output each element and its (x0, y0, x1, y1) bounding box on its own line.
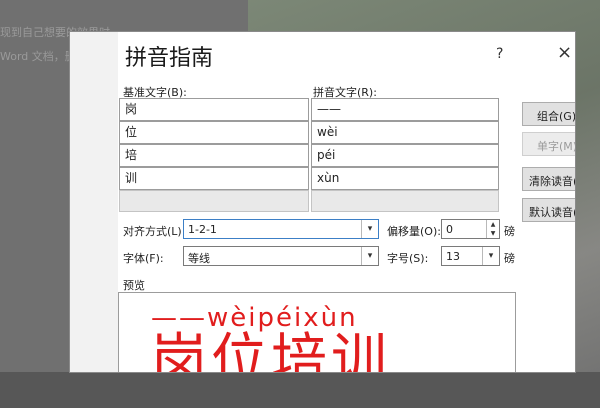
offset-stepper[interactable]: 0 ▲ ▼ (441, 219, 500, 239)
base-text-field[interactable]: 培 (119, 144, 309, 167)
size-select[interactable]: 13 ▾ (441, 246, 500, 266)
base-text-field (119, 190, 309, 212)
clear-ruby-button[interactable]: 清除读音( (522, 167, 575, 191)
base-text-field[interactable]: 岗 (119, 98, 309, 121)
preview-box: ——wèipéixùn 岗位培训 (118, 292, 516, 372)
alignment-value: 1-2-1 (188, 223, 217, 236)
ruby-text-field[interactable]: xùn (311, 167, 499, 190)
phonetic-guide-dialog: 拼音指南 ? × 基准文字(B): 拼音文字(R): 岗 —— 位 wèi 培 … (70, 32, 575, 372)
alignment-select[interactable]: 1-2-1 ▾ (183, 219, 379, 239)
group-button[interactable]: 组合(G) (522, 102, 575, 126)
default-reading-button[interactable]: 默认读音( (522, 198, 575, 222)
close-button[interactable]: × (557, 42, 572, 63)
alignment-label: 对齐方式(L): (123, 225, 186, 238)
chevron-down-icon[interactable]: ▾ (482, 247, 499, 265)
ruby-text-field[interactable]: péi (311, 144, 499, 167)
size-value: 13 (446, 250, 460, 263)
size-unit: 磅 (504, 252, 515, 265)
help-button[interactable]: ? (496, 46, 503, 62)
size-label: 字号(S): (387, 252, 429, 265)
font-value: 等线 (188, 252, 210, 265)
spin-down-icon[interactable]: ▼ (487, 229, 499, 238)
ruby-text-field (311, 190, 499, 212)
base-text-field[interactable]: 位 (119, 121, 309, 144)
document-text-line: Word 文档，删 (0, 50, 76, 63)
spin-up-icon[interactable]: ▲ (487, 220, 499, 229)
offset-unit: 磅 (504, 225, 515, 238)
spin-buttons[interactable]: ▲ ▼ (486, 220, 499, 238)
ruby-text-field[interactable]: —— (311, 98, 499, 121)
preview-base-text: 岗位培训 (151, 328, 391, 373)
offset-label: 偏移量(O): (387, 225, 441, 238)
dialog-title: 拼音指南 (125, 46, 214, 71)
base-text-field[interactable]: 训 (119, 167, 309, 190)
preview-label: 预览 (123, 279, 145, 292)
font-label: 字体(F): (123, 252, 164, 265)
font-select[interactable]: 等线 ▾ (183, 246, 379, 266)
ruby-text-field[interactable]: wèi (311, 121, 499, 144)
chevron-down-icon[interactable]: ▾ (361, 220, 378, 238)
chevron-down-icon[interactable]: ▾ (361, 247, 378, 265)
mono-ruby-button[interactable]: 单字(M) (522, 132, 575, 156)
dialog-left-margin (70, 32, 118, 372)
document-footer-area (0, 372, 600, 408)
offset-value: 0 (446, 223, 453, 236)
